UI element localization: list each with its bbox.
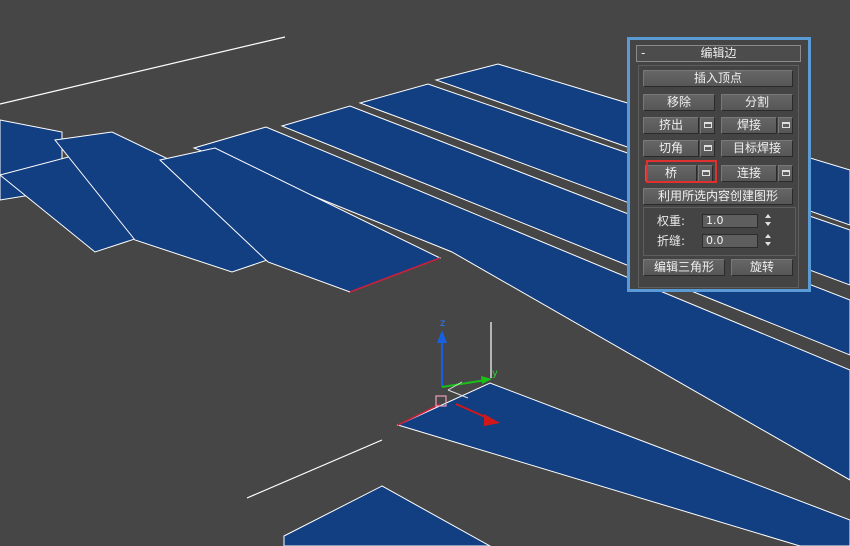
extrude-button[interactable]: 挤出 — [643, 117, 699, 134]
insert-vertex-button[interactable]: 插入顶点 — [643, 70, 793, 87]
rollout-title: 编辑边 — [700, 46, 737, 60]
remove-button[interactable]: 移除 — [643, 94, 715, 111]
crease-input[interactable]: 0.0 — [702, 234, 758, 248]
crease-spinner[interactable] — [763, 233, 773, 248]
settings-icon — [704, 145, 712, 151]
gizmo-z-label: z — [440, 318, 445, 329]
create-shape-from-selection-button[interactable]: 利用所选内容创建图形 — [643, 188, 793, 205]
weld-settings-button[interactable] — [778, 117, 793, 134]
chamfer-button[interactable]: 切角 — [643, 140, 699, 157]
split-button[interactable]: 分割 — [721, 94, 793, 111]
weight-crease-group: 权重: 1.0 折缝: 0.0 — [643, 207, 796, 256]
bridge-highlight-box — [646, 160, 717, 183]
weight-spinner[interactable] — [763, 213, 773, 228]
crease-label: 折缝: — [657, 234, 686, 248]
weight-label: 权重: — [657, 214, 686, 228]
connect-settings-button[interactable] — [778, 165, 793, 182]
settings-icon — [704, 122, 712, 128]
weld-button[interactable]: 焊接 — [721, 117, 777, 134]
settings-icon — [782, 170, 790, 176]
settings-icon — [782, 122, 790, 128]
connect-button[interactable]: 连接 — [721, 165, 777, 182]
weight-input[interactable]: 1.0 — [702, 214, 758, 228]
extrude-settings-button[interactable] — [700, 117, 715, 134]
turn-button[interactable]: 旋转 — [731, 259, 793, 276]
edit-triangulation-button[interactable]: 编辑三角形 — [643, 259, 725, 276]
target-weld-button[interactable]: 目标焊接 — [721, 140, 793, 157]
chamfer-settings-button[interactable] — [700, 140, 715, 157]
gizmo-y-label: y — [492, 368, 498, 379]
rollout-header[interactable]: - 编辑边 — [636, 45, 801, 62]
edit-edges-panel: - 编辑边 插入顶点 移除 分割 挤出 焊接 切角 目标焊接 桥 连接 利用所选… — [627, 37, 811, 292]
